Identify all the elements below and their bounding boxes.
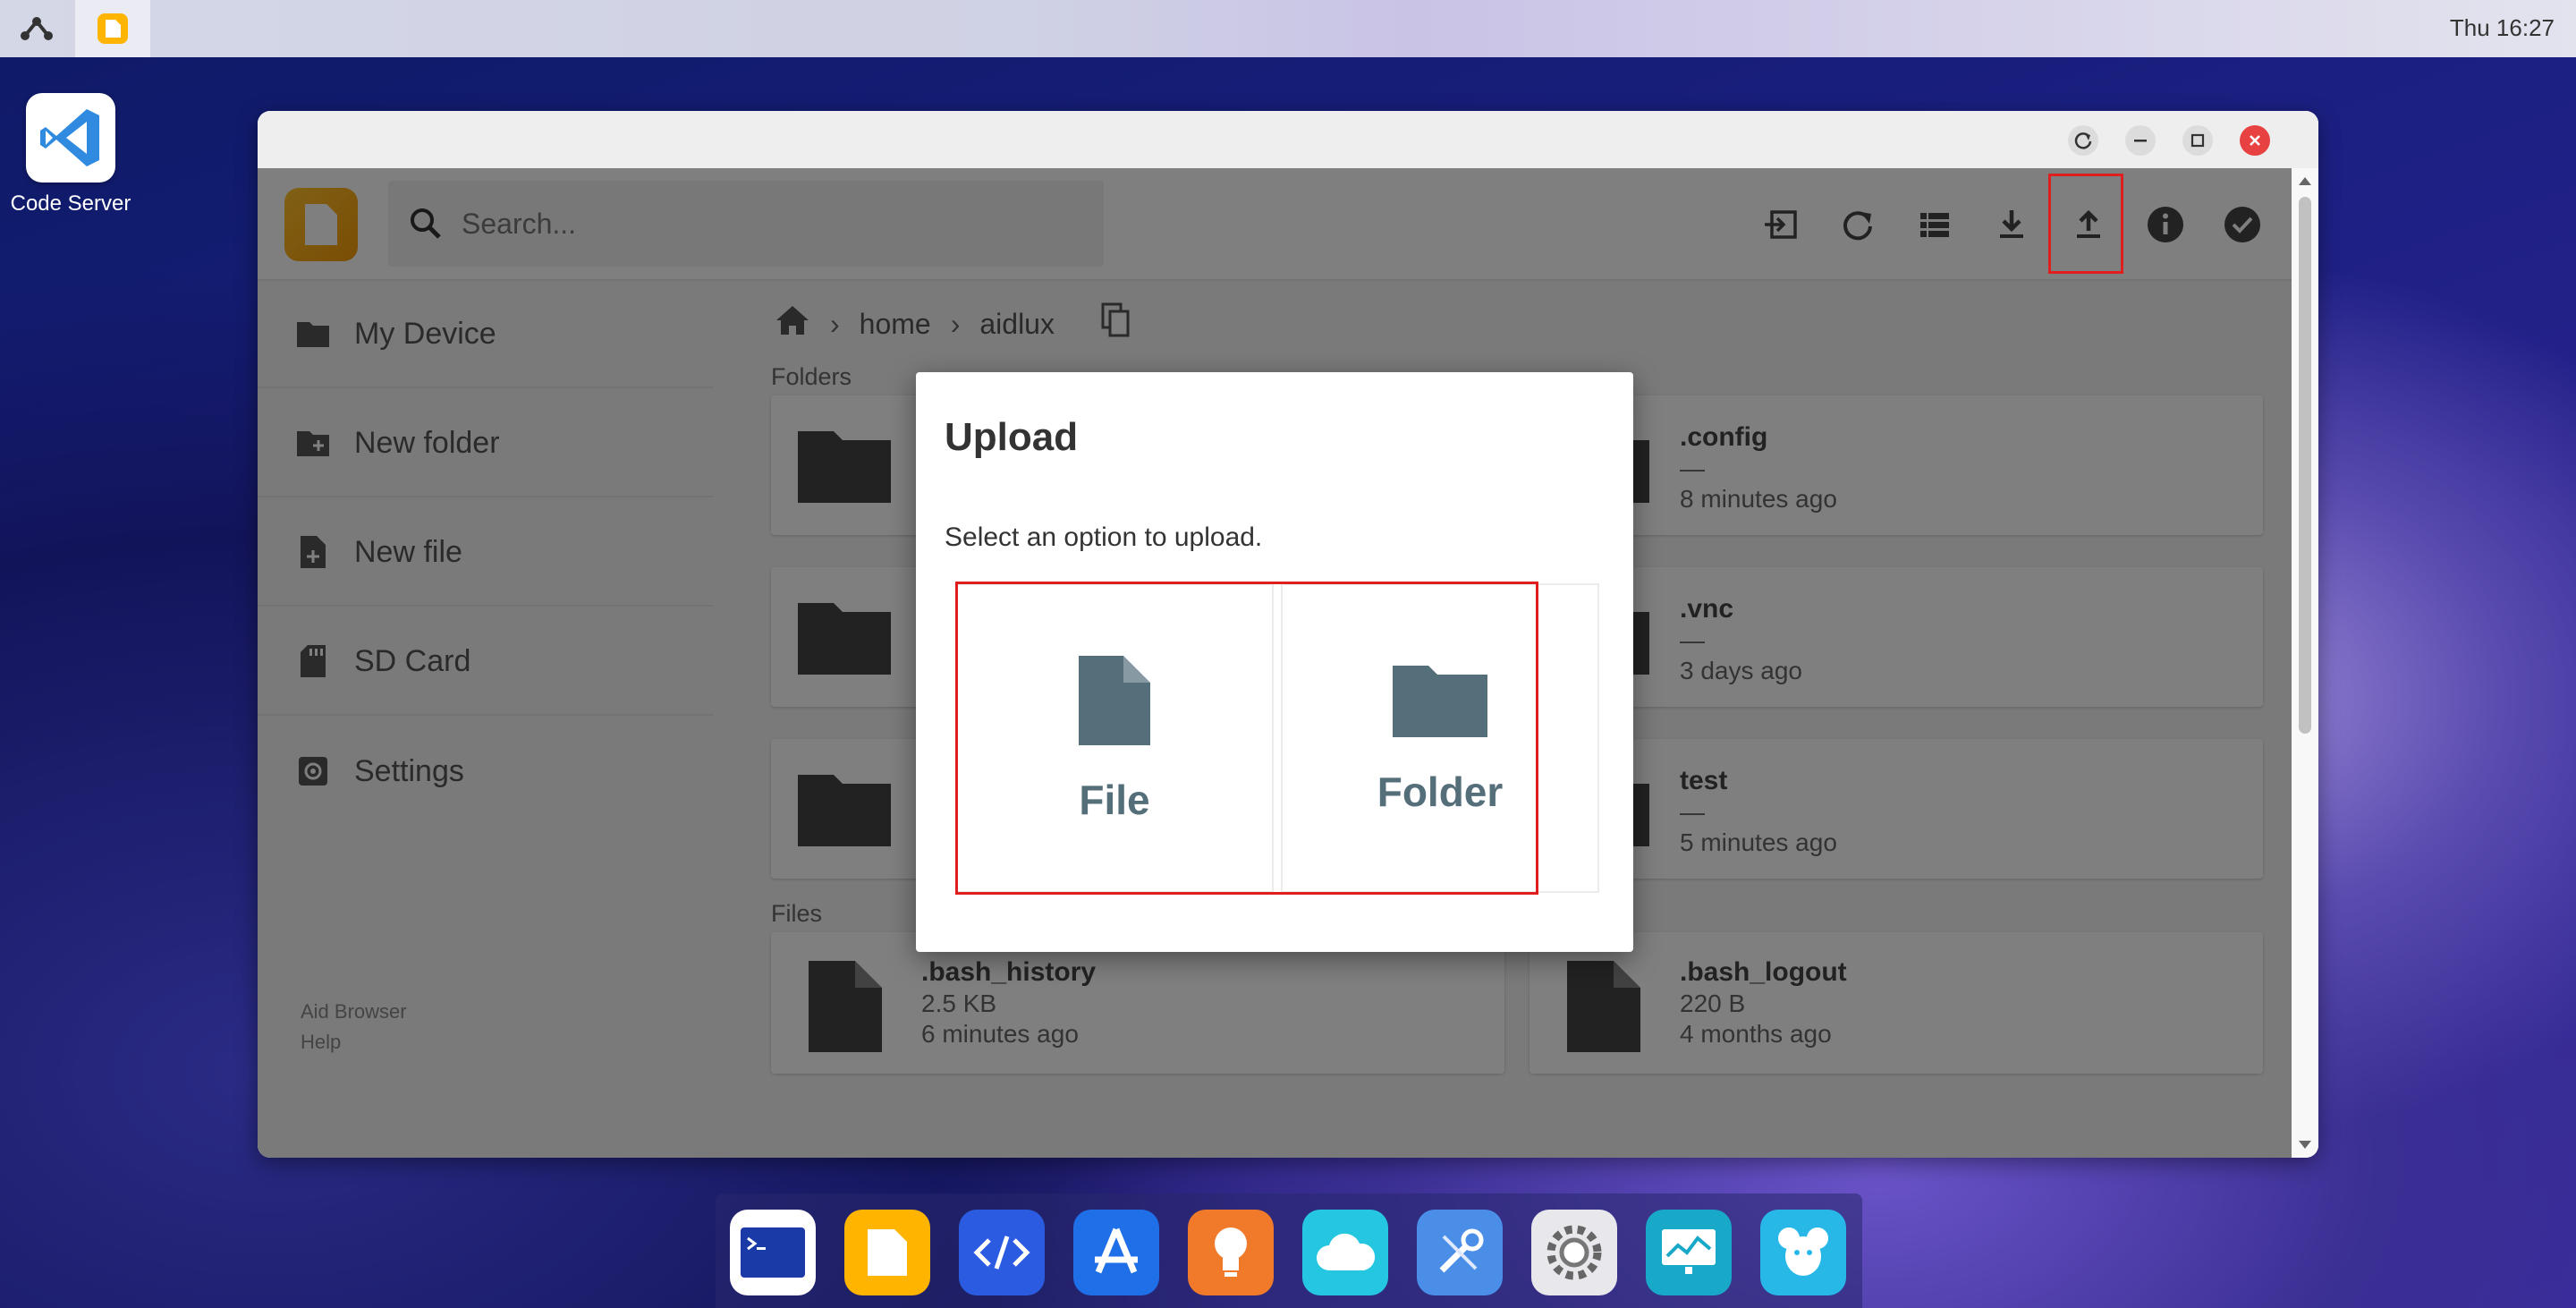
upload-dialog: Upload Select an option to upload. File … <box>916 372 1633 952</box>
desktop-icon-label: Code Server <box>10 191 131 216</box>
lightbulb-app-icon[interactable] <box>1188 1210 1274 1295</box>
refresh-window-button[interactable] <box>2068 125 2098 156</box>
dialog-description: Select an option to upload. <box>945 522 1263 552</box>
upload-button-highlight <box>2048 174 2123 274</box>
top-bar: Thu 16:27 <box>0 0 2576 57</box>
dialog-title: Upload <box>945 415 1079 459</box>
dock <box>716 1193 1862 1308</box>
cloud-app-icon[interactable] <box>1302 1210 1388 1295</box>
minimize-button[interactable] <box>2125 125 2156 156</box>
taskbar-files-app-icon[interactable] <box>75 0 150 57</box>
vscode-icon <box>26 93 115 183</box>
close-button[interactable] <box>2240 125 2270 156</box>
scrollbar[interactable] <box>2292 168 2318 1158</box>
upload-options-highlight <box>955 582 1538 895</box>
tools-app-icon[interactable] <box>1417 1210 1503 1295</box>
terminal-app-icon[interactable] <box>730 1210 816 1295</box>
system-settings-icon[interactable] <box>1531 1210 1617 1295</box>
clock: Thu 16:27 <box>2449 14 2555 41</box>
scroll-up-icon[interactable] <box>2298 175 2312 186</box>
maximize-button[interactable] <box>2182 125 2213 156</box>
app-store-icon[interactable] <box>1073 1210 1159 1295</box>
monitor-app-icon[interactable] <box>1646 1210 1732 1295</box>
code-app-icon[interactable] <box>959 1210 1045 1295</box>
scroll-down-icon[interactable] <box>2298 1140 2312 1151</box>
launcher-icon[interactable] <box>13 11 61 47</box>
scrollbar-thumb[interactable] <box>2299 197 2311 734</box>
window-titlebar[interactable] <box>258 111 2318 168</box>
mouse-app-icon[interactable] <box>1760 1210 1846 1295</box>
files-app-icon[interactable] <box>844 1210 930 1295</box>
desktop-icon-code-server[interactable]: Code Server <box>7 93 134 217</box>
modal-backdrop-header <box>258 168 2292 281</box>
